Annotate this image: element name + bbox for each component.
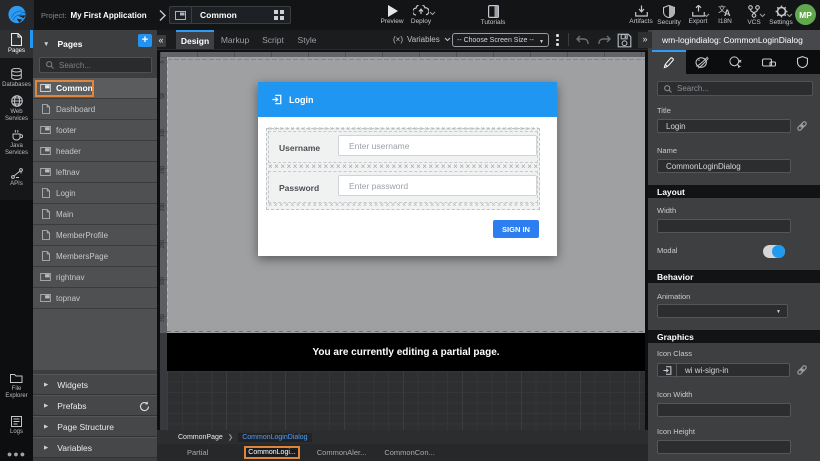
svg-text:A: A [724, 8, 731, 17]
